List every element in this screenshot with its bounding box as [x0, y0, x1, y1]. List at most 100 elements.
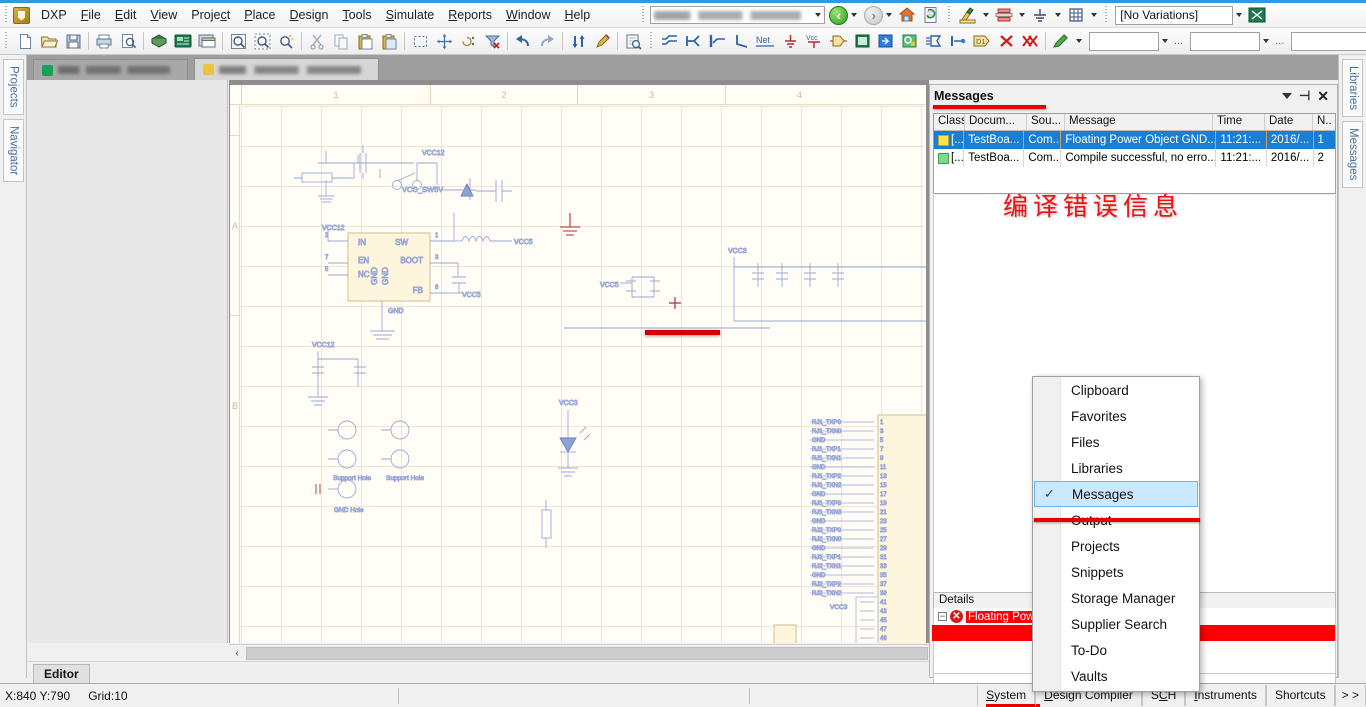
- line-width-dropdown-icon[interactable]: [1260, 33, 1272, 49]
- status-button-system[interactable]: System: [977, 685, 1035, 706]
- place-part-icon[interactable]: [827, 30, 849, 52]
- forward-history-dropdown-icon[interactable]: [883, 7, 895, 23]
- menu-item-snippets[interactable]: Snippets: [1033, 559, 1199, 585]
- print-icon[interactable]: [93, 30, 115, 52]
- sidebar-item-projects[interactable]: Projects: [3, 59, 24, 115]
- menu-dxp[interactable]: DXP: [34, 5, 74, 25]
- place-line-icon[interactable]: [731, 30, 753, 52]
- status-button-shortcuts[interactable]: Shortcuts: [1266, 685, 1335, 706]
- copy-icon[interactable]: [330, 30, 352, 52]
- hscroll-left-icon[interactable]: ‹: [229, 646, 245, 661]
- annotate-ruler-icon[interactable]: [957, 4, 979, 26]
- redo-icon[interactable]: [536, 30, 558, 52]
- place-netlabel-icon[interactable]: Net: [755, 30, 777, 52]
- place-designator-icon[interactable]: D1: [971, 30, 993, 52]
- column-header-source[interactable]: Sou...: [1027, 114, 1065, 130]
- messages-minimize-icon[interactable]: [1282, 93, 1292, 99]
- messages-close-icon[interactable]: ✕: [1317, 89, 1329, 103]
- place-bus-icon[interactable]: [683, 30, 705, 52]
- line-style-combo[interactable]: [1089, 32, 1159, 51]
- menu-item-favorites[interactable]: Favorites: [1033, 403, 1199, 429]
- menu-item-projects[interactable]: Projects: [1033, 533, 1199, 559]
- grid-dropdown-icon[interactable]: [1088, 7, 1100, 23]
- address-dropdown-icon[interactable]: [812, 7, 824, 23]
- sidebar-item-messages[interactable]: Messages: [1342, 121, 1363, 187]
- address-input[interactable]: [650, 6, 825, 24]
- zoom-area-icon[interactable]: [251, 30, 273, 52]
- column-header-date[interactable]: Date: [1265, 114, 1313, 130]
- place-wire-icon[interactable]: [659, 30, 681, 52]
- clear-filter-icon[interactable]: [481, 30, 503, 52]
- address-grip[interactable]: [640, 6, 648, 24]
- menu-project[interactable]: Project: [184, 5, 237, 25]
- draw-pen-icon[interactable]: [1050, 30, 1072, 52]
- refresh-document-icon[interactable]: [920, 4, 942, 26]
- menu-item-vaults[interactable]: Vaults: [1033, 663, 1199, 689]
- menu-tools[interactable]: Tools: [335, 5, 378, 25]
- layers-icon[interactable]: [993, 4, 1015, 26]
- menu-place[interactable]: Place: [237, 5, 282, 25]
- variations-dropdown-icon[interactable]: [1233, 7, 1245, 23]
- sidebar-item-navigator[interactable]: Navigator: [3, 119, 24, 182]
- menu-design[interactable]: Design: [283, 5, 336, 25]
- bom-export-icon[interactable]: [1246, 4, 1268, 26]
- hscroll-thumb[interactable]: [246, 647, 928, 660]
- table-row[interactable]: [... TestBoa... Com... Floating Power Ob…: [934, 131, 1335, 149]
- menu-help[interactable]: Help: [558, 5, 598, 25]
- column-header-class[interactable]: Class: [934, 114, 965, 130]
- menu-item-storage-manager[interactable]: Storage Manager: [1033, 585, 1199, 611]
- zoom-document-icon[interactable]: [227, 30, 249, 52]
- menu-item-files[interactable]: Files: [1033, 429, 1199, 455]
- menu-edit[interactable]: Edit: [108, 5, 144, 25]
- highlight-pen-icon[interactable]: [591, 30, 613, 52]
- line-width-combo[interactable]: [1190, 32, 1260, 51]
- browse-document-icon[interactable]: [622, 30, 644, 52]
- place-device-sheet-icon[interactable]: [899, 30, 921, 52]
- status-button-more[interactable]: > >: [1335, 685, 1366, 706]
- save-icon[interactable]: [62, 30, 84, 52]
- grid-icon[interactable]: [1065, 4, 1087, 26]
- expander-collapse-icon[interactable]: −: [938, 612, 947, 621]
- schematic-canvas[interactable]: 1 2 3 4 A B: [229, 80, 929, 643]
- layers-dropdown-icon[interactable]: [1016, 7, 1028, 23]
- open-folder-icon[interactable]: [38, 30, 60, 52]
- print-preview-icon[interactable]: [117, 30, 139, 52]
- paste-special-icon[interactable]: [378, 30, 400, 52]
- place-vcc-icon[interactable]: Vcc: [803, 30, 825, 52]
- select-area-icon[interactable]: [409, 30, 431, 52]
- sheet-window-icon[interactable]: [196, 30, 218, 52]
- new-document-icon[interactable]: [14, 30, 36, 52]
- column-header-time[interactable]: Time: [1213, 114, 1265, 130]
- menu-view[interactable]: View: [143, 5, 184, 25]
- font-combo[interactable]: [1291, 32, 1366, 51]
- select-next-icon[interactable]: [457, 30, 479, 52]
- tab-editor[interactable]: Editor: [33, 664, 90, 684]
- document-tab-1[interactable]: [33, 59, 188, 80]
- updown-arrows-icon[interactable]: [567, 30, 589, 52]
- place-sheet-entry-icon[interactable]: [875, 30, 897, 52]
- place-gnd-icon[interactable]: [779, 30, 801, 52]
- variations-grip[interactable]: [1103, 6, 1111, 24]
- annotate-dropdown-icon[interactable]: [980, 7, 992, 23]
- document-tab-2[interactable]: [194, 58, 379, 80]
- menu-item-clipboard[interactable]: Clipboard: [1033, 377, 1199, 403]
- menu-item-libraries[interactable]: Libraries: [1033, 455, 1199, 481]
- navigate-back-icon[interactable]: ‹: [829, 6, 848, 25]
- sidebar-item-libraries[interactable]: Libraries: [1342, 59, 1363, 117]
- place-sheet-symbol-icon[interactable]: [851, 30, 873, 52]
- variations-select[interactable]: [No Variations]: [1115, 6, 1233, 25]
- column-header-document[interactable]: Docum...: [965, 114, 1027, 130]
- menu-item-to-do[interactable]: To-Do: [1033, 637, 1199, 663]
- cut-icon[interactable]: [306, 30, 328, 52]
- menu-reports[interactable]: Reports: [441, 5, 499, 25]
- line-style-dropdown-icon[interactable]: [1159, 33, 1171, 49]
- toolbar-grip-1[interactable]: [3, 32, 11, 50]
- home-icon[interactable]: [896, 4, 918, 26]
- menubar-grip[interactable]: [3, 6, 11, 24]
- paste-icon[interactable]: [354, 30, 376, 52]
- gnd-symbol-icon[interactable]: [1029, 4, 1051, 26]
- no-erc-icon[interactable]: [995, 30, 1017, 52]
- messages-table[interactable]: Class Docum... Sou... Message Time Date …: [933, 113, 1336, 194]
- menu-simulate[interactable]: Simulate: [379, 5, 442, 25]
- move-icon[interactable]: [433, 30, 455, 52]
